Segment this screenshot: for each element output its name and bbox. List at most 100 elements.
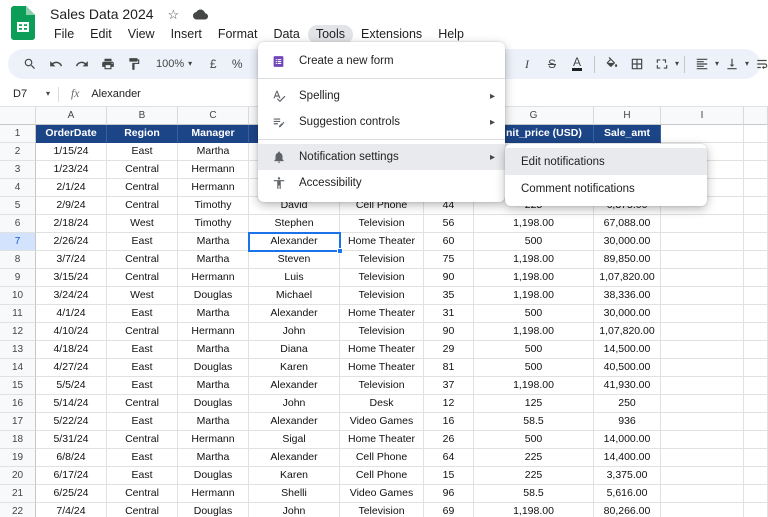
- column-header-I[interactable]: I: [661, 107, 744, 125]
- row-header-3[interactable]: 3: [0, 161, 36, 179]
- cell-D15[interactable]: Alexander: [249, 377, 340, 395]
- row-header-6[interactable]: 6: [0, 215, 36, 233]
- column-header-C[interactable]: C: [178, 107, 249, 125]
- cell-G11[interactable]: 500: [474, 305, 594, 323]
- menu-item-spelling[interactable]: Spelling ▸: [258, 83, 505, 109]
- cell-A22[interactable]: 7/4/24: [36, 503, 107, 517]
- row-header-14[interactable]: 14: [0, 359, 36, 377]
- cell-C12[interactable]: Hermann: [178, 323, 249, 341]
- row-header-15[interactable]: 15: [0, 377, 36, 395]
- cell-G12[interactable]: 1,198.00: [474, 323, 594, 341]
- cell-D19[interactable]: Alexander: [249, 449, 340, 467]
- cell-D6[interactable]: Stephen: [249, 215, 340, 233]
- cell-E9[interactable]: Television: [340, 269, 424, 287]
- cell-A9[interactable]: 3/15/24: [36, 269, 107, 287]
- chevron-down-icon[interactable]: ▾: [745, 60, 749, 68]
- cell-H20[interactable]: 3,375.00: [594, 467, 661, 485]
- cell-A4[interactable]: 2/1/24: [36, 179, 107, 197]
- cell-G6[interactable]: 1,198.00: [474, 215, 594, 233]
- cell-E11[interactable]: Home Theater: [340, 305, 424, 323]
- cell-C20[interactable]: Douglas: [178, 467, 249, 485]
- cell-C14[interactable]: Douglas: [178, 359, 249, 377]
- cell-H6[interactable]: 67,088.00: [594, 215, 661, 233]
- cell-E13[interactable]: Home Theater: [340, 341, 424, 359]
- cell-G8[interactable]: 1,198.00: [474, 251, 594, 269]
- row-header-4[interactable]: 4: [0, 179, 36, 197]
- cell-C8[interactable]: Martha: [178, 251, 249, 269]
- cell-F14[interactable]: 81: [424, 359, 474, 377]
- cell-F15[interactable]: 37: [424, 377, 474, 395]
- cell-I9[interactable]: [661, 269, 744, 287]
- cell-B17[interactable]: East: [107, 413, 178, 431]
- row-header-2[interactable]: 2: [0, 143, 36, 161]
- menu-item-accessibility[interactable]: Accessibility: [258, 170, 505, 196]
- undo-icon[interactable]: [44, 52, 68, 76]
- cell-C15[interactable]: Martha: [178, 377, 249, 395]
- cell-A15[interactable]: 5/5/24: [36, 377, 107, 395]
- text-wrap-icon[interactable]: [750, 52, 768, 76]
- borders-icon[interactable]: [625, 52, 649, 76]
- cell-C17[interactable]: Martha: [178, 413, 249, 431]
- cell-D10[interactable]: Michael: [249, 287, 340, 305]
- row-header-13[interactable]: 13: [0, 341, 36, 359]
- cell-H15[interactable]: 41,930.00: [594, 377, 661, 395]
- column-header-A[interactable]: A: [36, 107, 107, 125]
- cell-F18[interactable]: 26: [424, 431, 474, 449]
- cell-A11[interactable]: 4/1/24: [36, 305, 107, 323]
- cell-F6[interactable]: 56: [424, 215, 474, 233]
- cell-E19[interactable]: Cell Phone: [340, 449, 424, 467]
- column-header-partial[interactable]: [744, 107, 768, 125]
- cell-G7[interactable]: 500: [474, 233, 594, 251]
- row-header-11[interactable]: 11: [0, 305, 36, 323]
- cell-F19[interactable]: 64: [424, 449, 474, 467]
- cell-C9[interactable]: Hermann: [178, 269, 249, 287]
- cell-J18[interactable]: [744, 431, 768, 449]
- cell-I19[interactable]: [661, 449, 744, 467]
- cell-F8[interactable]: 75: [424, 251, 474, 269]
- cell-H21[interactable]: 5,616.00: [594, 485, 661, 503]
- cell-G22[interactable]: 1,198.00: [474, 503, 594, 517]
- cell-H16[interactable]: 250: [594, 395, 661, 413]
- text-color-button[interactable]: A: [571, 56, 582, 71]
- cell-J2[interactable]: [744, 143, 768, 161]
- cell-B6[interactable]: West: [107, 215, 178, 233]
- cell-I10[interactable]: [661, 287, 744, 305]
- cell-J4[interactable]: [744, 179, 768, 197]
- cell-H12[interactable]: 1,07,820.00: [594, 323, 661, 341]
- row-header-7[interactable]: 7: [0, 233, 36, 251]
- cell-H11[interactable]: 30,000.00: [594, 305, 661, 323]
- cell-G9[interactable]: 1,198.00: [474, 269, 594, 287]
- cell-B13[interactable]: East: [107, 341, 178, 359]
- cell-B8[interactable]: Central: [107, 251, 178, 269]
- cell-C19[interactable]: Martha: [178, 449, 249, 467]
- cell-J6[interactable]: [744, 215, 768, 233]
- name-box[interactable]: D7 ▾: [0, 88, 58, 100]
- formula-input[interactable]: Alexander: [91, 88, 141, 100]
- cell-A13[interactable]: 4/18/24: [36, 341, 107, 359]
- cell-I11[interactable]: [661, 305, 744, 323]
- cell-A17[interactable]: 5/22/24: [36, 413, 107, 431]
- cell-B1[interactable]: Region: [107, 125, 178, 143]
- cell-E18[interactable]: Home Theater: [340, 431, 424, 449]
- cell-C11[interactable]: Martha: [178, 305, 249, 323]
- cell-A21[interactable]: 6/25/24: [36, 485, 107, 503]
- cell-D8[interactable]: Steven: [249, 251, 340, 269]
- cell-E21[interactable]: Video Games: [340, 485, 424, 503]
- cell-F12[interactable]: 90: [424, 323, 474, 341]
- cell-E8[interactable]: Television: [340, 251, 424, 269]
- cell-F10[interactable]: 35: [424, 287, 474, 305]
- cell-I6[interactable]: [661, 215, 744, 233]
- cell-G20[interactable]: 225: [474, 467, 594, 485]
- cell-A6[interactable]: 2/18/24: [36, 215, 107, 233]
- cell-B11[interactable]: East: [107, 305, 178, 323]
- cell-J19[interactable]: [744, 449, 768, 467]
- cell-B18[interactable]: Central: [107, 431, 178, 449]
- menu-edit[interactable]: Edit: [82, 25, 120, 44]
- cell-E15[interactable]: Television: [340, 377, 424, 395]
- row-header-19[interactable]: 19: [0, 449, 36, 467]
- row-header-9[interactable]: 9: [0, 269, 36, 287]
- redo-icon[interactable]: [70, 52, 94, 76]
- cell-A12[interactable]: 4/10/24: [36, 323, 107, 341]
- cell-G18[interactable]: 500: [474, 431, 594, 449]
- cell-I17[interactable]: [661, 413, 744, 431]
